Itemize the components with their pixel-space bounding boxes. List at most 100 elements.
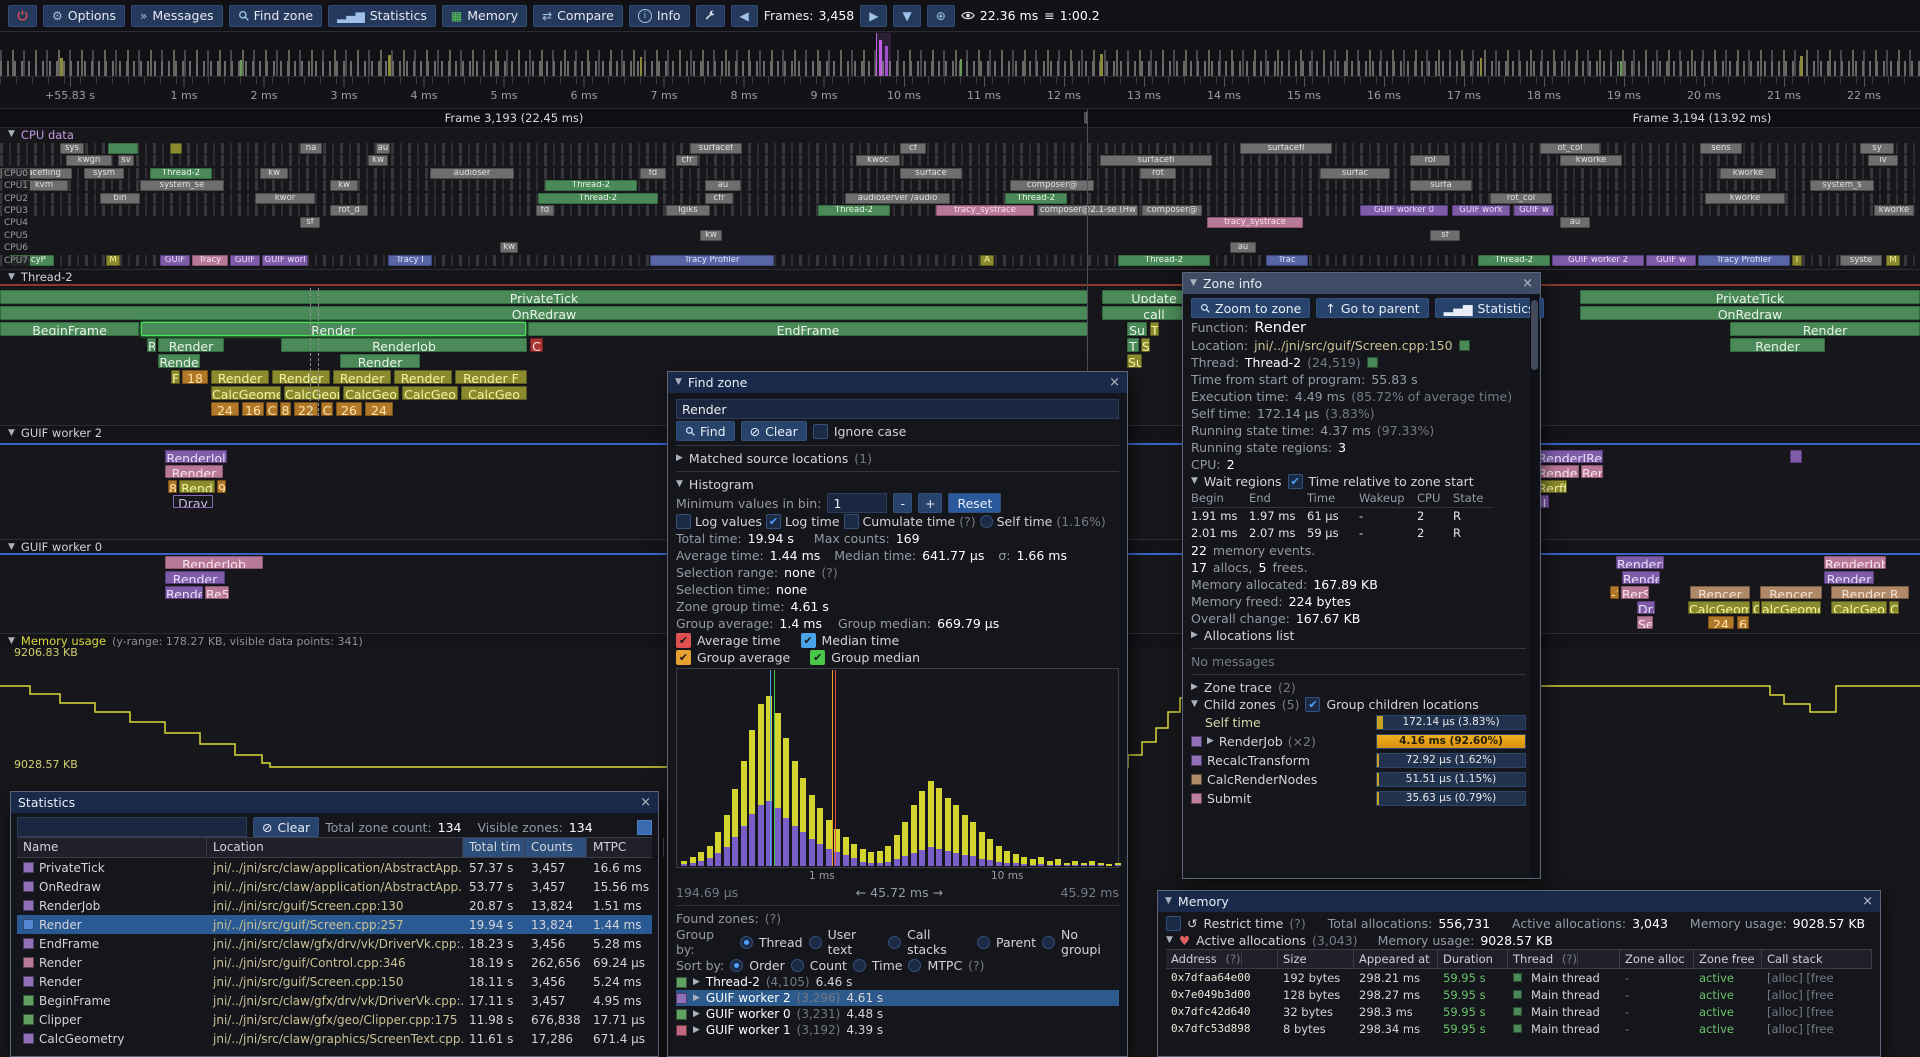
timeline-zone[interactable]: Render <box>1730 338 1825 352</box>
timeline-zone[interactable]: RenderJol <box>165 450 227 463</box>
timeline-zone[interactable]: kw <box>330 180 358 191</box>
timeline-zone[interactable]: Tracy I <box>388 255 432 266</box>
frame-bar[interactable] <box>640 57 642 76</box>
group-by-radio[interactable] <box>1042 936 1055 949</box>
timeline-zone[interactable]: cfr <box>705 193 733 204</box>
next-frame-button[interactable]: ▶ <box>860 5 887 27</box>
call-stack-links[interactable]: [alloc] [free <box>1762 1022 1872 1036</box>
timeline-zone[interactable]: CalcGeo <box>343 386 399 400</box>
timeline-zone[interactable]: Render R <box>1831 586 1909 599</box>
timeline-zone[interactable]: Rerff <box>1537 480 1567 493</box>
compare-button[interactable]: ⇄Compare <box>533 5 623 27</box>
find-zone-search-input[interactable] <box>676 399 1119 419</box>
timeline-zone[interactable]: kw <box>500 242 518 253</box>
frame-bar[interactable] <box>60 58 63 76</box>
timeline-zone[interactable]: Tracy Profiler <box>650 255 774 266</box>
child-zone-row[interactable]: Submit35.63 µs (0.79%) <box>1191 789 1526 808</box>
timeline-zone[interactable]: CalcGeo <box>461 386 527 400</box>
timeline-zone[interactable]: composer@2.1-se (Hw <box>1038 205 1138 216</box>
memory-col-header[interactable]: Duration <box>1438 950 1508 968</box>
allocation-row[interactable]: 0x7e049b3d00128 bytes298.27 ms59.95 sMai… <box>1166 986 1872 1003</box>
table-row[interactable]: Renderjni/../jni/src/guif/Screen.cpp:257… <box>17 915 652 934</box>
timeline-zone[interactable]: Thread-2 <box>150 168 212 179</box>
thread-header[interactable]: ▼Thread-2 <box>0 269 1920 284</box>
cpu-data-header[interactable]: ▼ CPU data <box>0 127 1920 142</box>
timeline-zone[interactable]: surfacefl <box>1240 143 1332 154</box>
timeline-zone[interactable] <box>1790 450 1802 463</box>
timeline-zone[interactable]: GUIF work <box>1452 205 1510 216</box>
timeline-zone[interactable]: surfacef <box>690 143 742 154</box>
sort-by-radio[interactable] <box>853 959 866 972</box>
timeline-zone[interactable]: rot <box>1140 168 1176 179</box>
timeline-zone[interactable]: tracy_systrace <box>936 205 1034 216</box>
go-to-parent-button[interactable]: ↑Go to parent <box>1316 298 1428 318</box>
timeline-zone[interactable]: 6 <box>1737 616 1749 629</box>
table-row[interactable]: Renderjni/../jni/src/guif/Screen.cpp:150… <box>17 972 652 991</box>
timeline-zone[interactable]: F <box>171 370 180 384</box>
timeline-zone[interactable]: 8 <box>168 480 177 493</box>
timeline-zone[interactable]: sf <box>300 217 320 228</box>
group-by-radio[interactable] <box>977 936 990 949</box>
table-row[interactable]: OnRedrawjni/../jni/src/claw/application/… <box>17 877 652 896</box>
frame-bar[interactable] <box>1800 56 1803 76</box>
timeline-zone[interactable]: kworke <box>1560 155 1622 166</box>
find-zone-titlebar[interactable]: ▼ Find zone × <box>668 372 1127 393</box>
info-button[interactable]: iInfo <box>629 5 690 27</box>
timeline-zone[interactable]: Su <box>1127 322 1147 336</box>
ignore-case-checkbox[interactable] <box>813 424 828 439</box>
legend-checkbox[interactable]: ✔ <box>810 650 825 665</box>
options-button[interactable]: ⚙Options <box>43 5 125 27</box>
timeline-zone[interactable]: 24 <box>365 402 393 416</box>
crosshair-button[interactable]: ⊕ <box>927 5 955 27</box>
statistics-titlebar[interactable]: Statistics × <box>11 792 658 813</box>
timeline-zone[interactable]: 9 <box>217 480 226 493</box>
timeline-zone[interactable]: C <box>530 338 543 352</box>
timeline-zone[interactable]: Render <box>272 370 330 384</box>
zoom-to-zone-button[interactable]: Zoom to zone <box>1191 298 1310 318</box>
frame-bar[interactable] <box>240 60 242 76</box>
child-zone-row[interactable]: CalcRenderNodes51.51 µs (1.15%) <box>1191 770 1526 789</box>
timeline-zone[interactable]: lgiks <box>666 205 710 216</box>
allocation-row[interactable]: 0x7dfc42d64032 bytes298.3 ms59.95 sMain … <box>1166 1003 1872 1020</box>
child-zone-row[interactable]: RecalcTransform72.92 µs (1.62%) <box>1191 751 1526 770</box>
timeline-zone[interactable]: RenderJob <box>1824 556 1886 569</box>
found-zone-group[interactable]: ▶Thread-2(4,105)6.46 s <box>676 974 1119 990</box>
timeline-zone[interactable]: fd <box>536 205 554 216</box>
timeline-zone[interactable]: au <box>1230 242 1256 253</box>
bin-plus-button[interactable]: + <box>918 493 942 513</box>
filter-zones-input[interactable] <box>17 817 247 837</box>
timeline-zone[interactable]: S <box>1141 338 1150 352</box>
table-row[interactable]: CalcGeometryjni/../jni/src/claw/graphics… <box>17 1029 652 1048</box>
timeline-zone[interactable]: RerS <box>1621 586 1649 599</box>
timeline-zone[interactable]: Re5 <box>205 586 229 599</box>
timeline-zone[interactable]: Render <box>165 586 203 599</box>
group-by-radio[interactable] <box>809 936 822 949</box>
accumulation-button[interactable] <box>637 820 652 835</box>
timeline-zone[interactable]: surfa <box>1410 180 1472 191</box>
timeline-zone[interactable]: T <box>1150 322 1159 336</box>
timeline-zone[interactable]: GUIF <box>160 255 190 266</box>
timeline-zone[interactable]: Render <box>165 465 223 478</box>
timeline-zone[interactable] <box>108 143 138 154</box>
scrollbar-thumb[interactable] <box>1531 300 1538 370</box>
memory-column-headers[interactable]: Address (?)SizeAppeared atDurationThread… <box>1166 949 1872 969</box>
find-zone-button[interactable]: Find zone <box>229 5 322 27</box>
bin-minus-button[interactable]: - <box>893 493 912 513</box>
timeline-zone[interactable]: Render <box>158 338 224 352</box>
find-zone-window[interactable]: ▼ Find zone × Find ⊘Clear Ignore case ▶M… <box>667 371 1128 1057</box>
memory-col-header[interactable]: Appeared at <box>1354 950 1438 968</box>
frame-bar[interactable] <box>885 46 888 76</box>
timeline-zone[interactable]: sys <box>60 143 84 154</box>
timeline-zone[interactable]: Render <box>394 370 452 384</box>
timeline-zone[interactable]: Thread-2 <box>1005 193 1067 204</box>
timeline-zone[interactable]: au <box>1560 217 1590 228</box>
timeline-zone[interactable]: Render F <box>455 370 527 384</box>
timeline-zone[interactable]: Render <box>1537 465 1579 478</box>
timeline-zone[interactable]: Sel <box>1637 616 1653 629</box>
frame-timeline-strip[interactable] <box>0 33 1920 77</box>
zone-free[interactable]: active <box>1694 971 1762 985</box>
timeline-zone[interactable]: R <box>147 338 156 352</box>
timeline-zone[interactable]: A <box>980 255 994 266</box>
timeline-zone[interactable]: cfr <box>676 155 698 166</box>
sort-by-radio[interactable] <box>730 959 743 972</box>
